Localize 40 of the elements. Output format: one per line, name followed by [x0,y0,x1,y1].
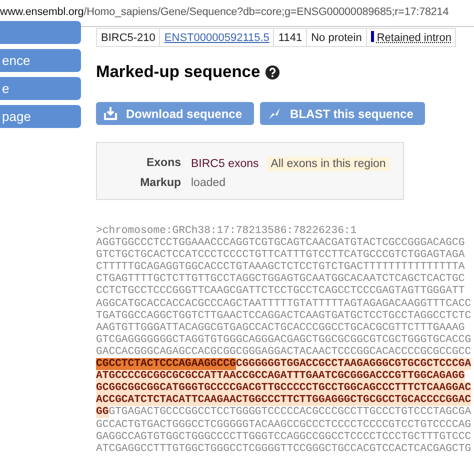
key-value: loaded [191,177,226,189]
sequence-header: >chromosome:GRCh38:17:78213586:78226236:1 [96,225,358,238]
sequence-text: CCTCTGCCTCCCGGGTTCAAGCGATTCTCCTGCCTCAGCCTCCCGAGTAGTTGGGATT [96,285,465,298]
region-legend: All exons in this region [266,157,390,171]
sequence-text: GTGAGACTGCCCGGCCTCCTGGGGTCCCCCACGCCCGCCTTGCCCTGTCCCTAGCGA [108,406,472,418]
lightning-icon [268,107,282,120]
key-label: Markup [139,177,181,189]
action-button[interactable]: BLAST this sequence [260,102,426,125]
highlighted-sequence: CGCCTCTACTCCCAGAAGGCCG [96,358,236,370]
help-icon[interactable] [265,65,280,80]
sequence-text: AAGTGTTGGGATTACAGGCGTGAGCCACTGCACCCGGCCTGCACGCGTTCTTTGAAAG [96,322,465,334]
address-url[interactable]: www.ensembl.org/Homo_sapiens/Gene/Sequence?db=core;g=ENSG00000089685;r=17:78214 [0,0,474,22]
action-button[interactable]: Download sequence [96,102,254,125]
sequence-text: GCCACTGTGACTGGGCCTCGGGGGTACAAGCCGCCCTCCCCTCCCCGTCCTGTCCCCAG [96,418,472,430]
exon-legend: BIRC5 exons [191,158,259,170]
sequence-text: GTCGAGGGGGGGCTAGGTGTGGGCAGGGACGAGCTGGCGCGGCGTCGCTGGGTGCACCG [96,334,472,346]
sidebar-button[interactable]: ence [0,49,81,72]
table-cell: No protein [306,28,366,46]
sequence-text: ATCGAGGCCTTTGTGGCTGGGCCTCGGGGTTCCGGGCTGCCACGTCCACTCACGAGCTG [96,442,472,455]
sidebar-button[interactable]: e [0,77,81,100]
download-icon [104,107,117,120]
sequence-text: AGGCATGCACCACCACGCCCAGCTAATTTTTGTATTTTTAGTAGAGACAAGGTTTCACC [96,298,472,310]
table-cell: 1141 [274,28,307,46]
sequence-text: CTGAGTTTTGCTCTTGTTGCCTAGGCTGGAGTGCAATGGCACAATCTCAGCTCACTGC [96,273,465,286]
sequence-text: AGGTGGCCCTCCTGGAAACCCAGGTCGTGCAGTCAACGATGTACTCGCCGGGACAGCG [96,237,465,250]
exon-sequence: ACCGCATCTCTACATTCAAGAACTGGCCCTTCTTGGAGGGCTGCGCCTGCACCCCGGAC [96,394,472,406]
sequence-text: TGATGGCCAGGCTGGTCTTGAACTCCAGGACTCAAGTGATGCTCCTGCCTAGGCCTCTC [96,310,472,322]
exon-sequence: GG [96,406,109,418]
table-cell: BIRC5-210 [96,28,160,46]
exon-sequence: GCGGCGGCGGCATGGGTGCCCCGACGTTGCCCCCTGCCTGGCAGCCCTTTCTCAAGGAC [96,382,472,394]
sequence-text: GTCTGCTGCACTCCATCCCTCCCCTGTTCATTTGTCCTTCATGCCCGTCTGGAGTAGA [96,249,465,262]
sequence-text: CTTTTTGCAGAGGTGGCACCCTGTAAAGCTCTCCTGTCTGACTTTTTTTTTTTTTTTA [96,261,465,274]
biotype-label: Retained intron [376,32,452,44]
sidebar-button[interactable]: page [0,105,81,128]
key-label: Exons [145,157,181,171]
sequence-text: GAGGCCAGTGTGGCTGGGCCCCTTGGGTCCAGGCCGGCCTCCCCTCCCTGCTTTGTCCC [96,430,472,443]
section-title: Marked-up sequence [96,63,260,82]
exon-sequence: CGGGGGGTGGACCGCCTAAGAGGGCGTGCGCTCCCGA [236,358,472,370]
exon-sequence: ATGCCCCGCGGCGCGCCATTAACCGCCAGATTTGAATCGCGGGACCCGTTGGCAGAGG [96,370,465,382]
sequence-text: GACCACGGGCAGAGCCACGCGGCGGGAGGACTACAACTCCCGGCACACCCCGCGCCGCC [96,346,472,358]
